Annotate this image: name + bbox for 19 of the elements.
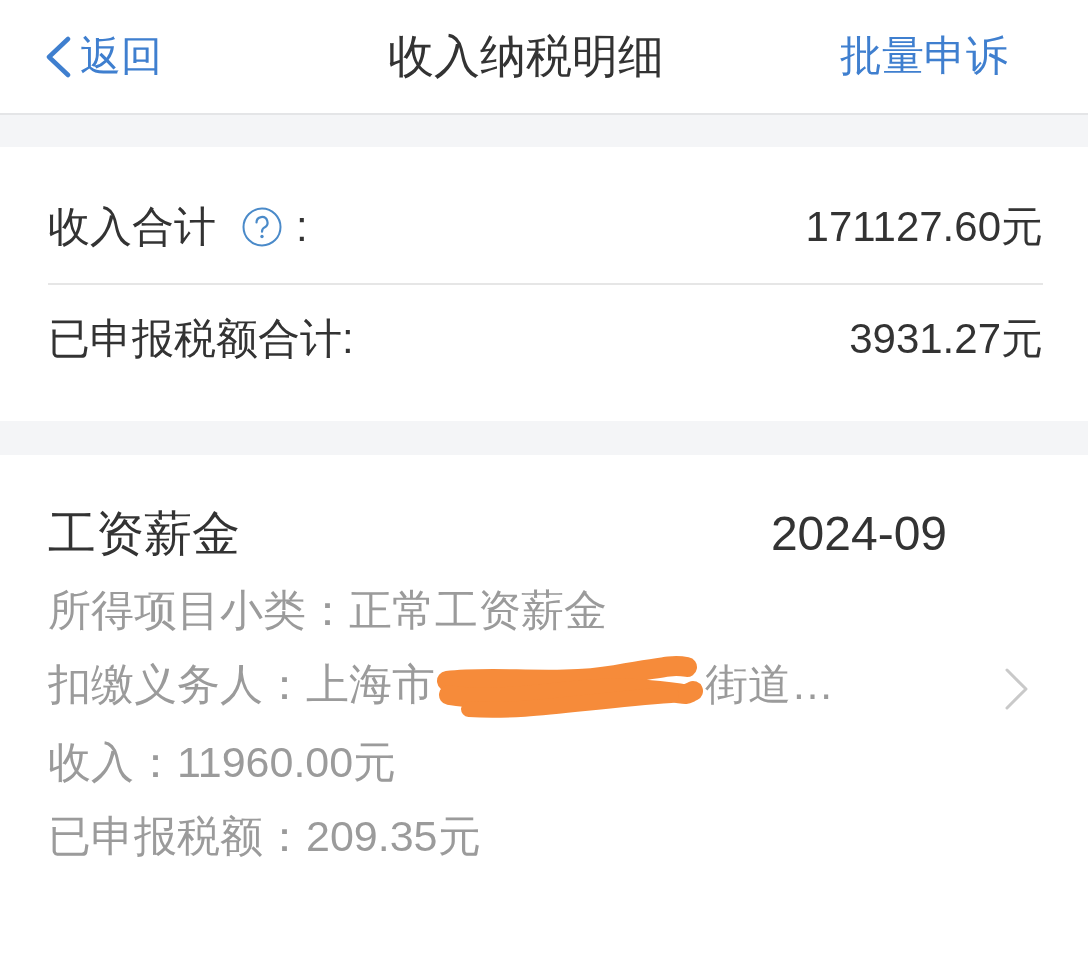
record-detail-text: 收入：11960.00元: [48, 736, 397, 788]
back-link[interactable]: 返回: [44, 31, 162, 82]
record-detail-text: 已申报税额：209.35元: [48, 810, 481, 862]
page-title: 收入纳税明细: [388, 28, 664, 84]
help-icon[interactable]: [242, 207, 282, 247]
summary-amount: 3931.27元: [849, 314, 1043, 364]
batch-appeal-link[interactable]: 批量申诉: [840, 31, 1008, 82]
colon-text: :: [296, 202, 308, 252]
income-category: 工资薪金: [48, 506, 240, 562]
record-detail-text: 所得项目小类：正常工资薪金: [48, 585, 607, 636]
withholding-agent-text: 扣缴义务人：上海市: [48, 660, 435, 708]
summary-label: 已申报税额合计:: [48, 314, 354, 364]
income-record-card[interactable]: 工资薪金 2024-09 所得项目小类：正常工资薪金 扣缴义务人：上海市 街道… 收入：11960.00元 已申报税额：209.35元: [0, 455, 1088, 970]
chevron-right-icon: [1004, 666, 1030, 711]
address-suffix-text: 街道…: [705, 660, 834, 708]
back-chevron-icon: [44, 35, 72, 78]
income-period: 2024-09: [770, 506, 948, 562]
summary-amount: 171127.60元: [805, 202, 1043, 252]
summary-label: 收入合计: [48, 202, 216, 252]
